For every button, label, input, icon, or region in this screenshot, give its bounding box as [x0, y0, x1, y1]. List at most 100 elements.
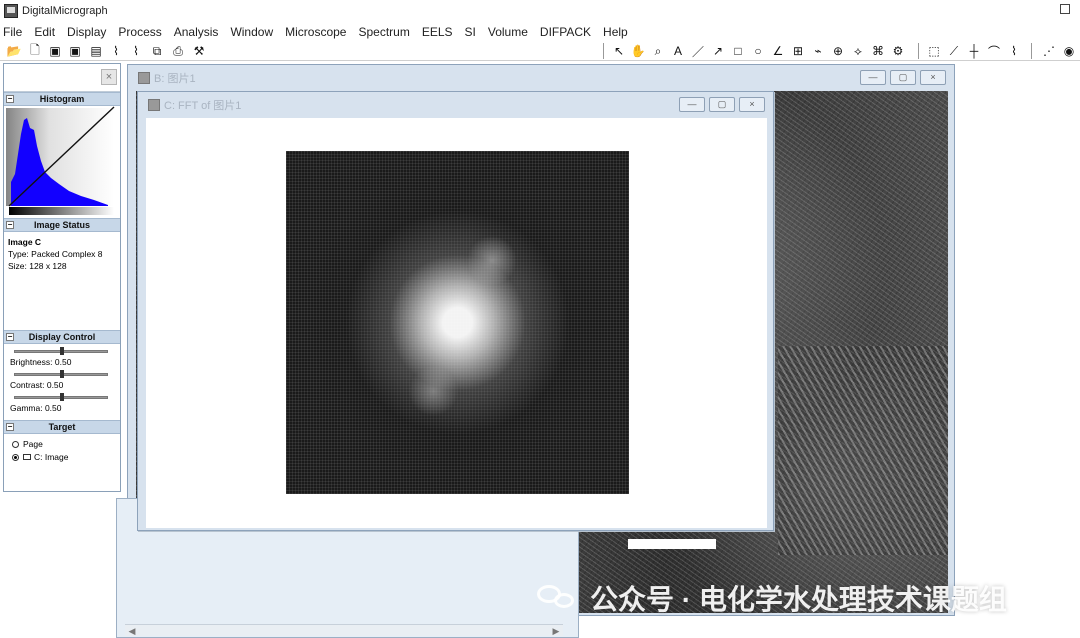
pointer-icon[interactable]: ↖	[611, 43, 627, 59]
line-plot-icon[interactable]: ⌇	[108, 43, 124, 59]
menu-eels[interactable]: EELS	[421, 25, 454, 39]
menu-si[interactable]: SI	[464, 25, 477, 39]
image-status-header[interactable]: − Image Status	[4, 218, 120, 232]
angle-icon[interactable]: ∠	[770, 43, 786, 59]
display-control-header[interactable]: − Display Control	[4, 330, 120, 344]
gamma-slider[interactable]	[10, 392, 114, 402]
profile-icon[interactable]: ⌇	[1006, 43, 1022, 59]
circle-dot-icon[interactable]: ◉	[1061, 43, 1077, 59]
close-button[interactable]: ×	[739, 97, 765, 112]
window-icon	[138, 72, 150, 84]
image-size-value: 128 x 128	[29, 261, 67, 271]
horizontal-scrollbar[interactable]: ◀ ▶	[125, 624, 563, 636]
measure-icon[interactable]: ⚙	[890, 43, 906, 59]
radio-icon[interactable]	[12, 441, 19, 448]
watermark: 公众号 · 电化学水处理技术课题组	[536, 578, 1056, 618]
image-size-label: Size:	[8, 261, 27, 271]
image-type-row: Type: Packed Complex 8	[8, 248, 116, 260]
window-b-title: B: 图片1	[154, 73, 196, 85]
menu-window[interactable]: Window	[229, 25, 274, 39]
toolbar-separator	[1031, 43, 1032, 59]
scroll-left-icon[interactable]: ◀	[127, 626, 137, 636]
scroll-right-icon[interactable]: ▶	[551, 626, 561, 636]
hand-icon[interactable]: ✋	[630, 43, 646, 59]
gamma-label: Gamma: 0.50	[10, 403, 62, 413]
display-control-title: Display Control	[28, 332, 96, 342]
save-all-icon[interactable]: ▣	[67, 43, 83, 59]
fft-canvas-area	[146, 118, 767, 528]
fft-image[interactable]	[286, 151, 629, 494]
menu-display[interactable]: Display	[66, 25, 107, 39]
window-c-title: C: FFT of 图片1	[164, 100, 242, 112]
menu-difpack[interactable]: DIFPACK	[539, 25, 592, 39]
app-titlebar: DigitalMicrograph	[0, 0, 1080, 22]
save-icon[interactable]: ▣	[47, 43, 63, 59]
collapse-icon[interactable]: −	[6, 95, 14, 103]
zoom-icon[interactable]: ⌕	[650, 43, 666, 59]
line-icon[interactable]: ／	[690, 43, 706, 59]
sampling-icon[interactable]: ⟡	[850, 43, 866, 59]
menubar: File Edit Display Process Analysis Windo…	[0, 22, 1080, 41]
mask-icon[interactable]: ⌘	[870, 43, 886, 59]
menu-help[interactable]: Help	[602, 25, 629, 39]
menu-spectrum[interactable]: Spectrum	[357, 25, 410, 39]
menu-file[interactable]: File	[2, 25, 23, 39]
brightness-label: Brightness: 0.50	[10, 357, 72, 367]
app-title: DigitalMicrograph	[22, 5, 108, 17]
maximize-button[interactable]	[1060, 4, 1070, 14]
collapse-icon[interactable]: −	[6, 333, 14, 341]
toolbar: 📂 🗋 ▣ ▣ ▤ ⌇ ⌇ ⧉ ⎙ ⚒ ↖ ✋ ⌕ A ／ ↗ □ ○ ∠ ⊞ …	[0, 41, 1080, 61]
ruler-icon[interactable]: ⊞	[790, 43, 806, 59]
window-c-titlebar[interactable]: C: FFT of 图片1 — ▢ ×	[138, 92, 773, 118]
menu-edit[interactable]: Edit	[33, 25, 56, 39]
contrast-label: Contrast: 0.50	[10, 380, 64, 390]
window-icon	[148, 99, 160, 111]
menu-microscope[interactable]: Microscope	[284, 25, 347, 39]
image-status-panel: Image C Type: Packed Complex 8 Size: 128…	[4, 232, 120, 330]
curve-icon[interactable]: ⌒	[986, 43, 1002, 59]
oval-icon[interactable]: ○	[750, 43, 766, 59]
image-type-value: Packed Complex 8	[31, 249, 103, 259]
close-button[interactable]: ×	[920, 70, 946, 85]
menu-analysis[interactable]: Analysis	[173, 25, 220, 39]
lasso-icon[interactable]: ⟋	[946, 43, 962, 59]
contrast-slider[interactable]	[10, 369, 114, 379]
target-image-label: C: Image	[34, 452, 69, 462]
arrow-icon[interactable]: ↗	[710, 43, 726, 59]
brightness-slider[interactable]	[10, 346, 114, 356]
stack-icon[interactable]: ▤	[88, 43, 104, 59]
copy-icon[interactable]: ⧉	[149, 43, 165, 59]
target-page-option[interactable]: Page	[12, 438, 112, 451]
collapse-icon[interactable]: −	[6, 221, 14, 229]
open-folder-icon[interactable]: 📂	[6, 43, 22, 59]
minimize-button[interactable]: —	[860, 70, 886, 85]
selection-rect-icon[interactable]: ⬚	[926, 43, 942, 59]
radio-selected-icon[interactable]	[12, 454, 19, 461]
image-icon	[23, 454, 31, 460]
window-b-titlebar[interactable]: B: 图片1 — ▢ ×	[128, 65, 954, 91]
new-file-icon[interactable]: 🗋	[27, 43, 43, 59]
restore-button[interactable]: ▢	[709, 97, 735, 112]
rectangle-icon[interactable]: □	[730, 43, 746, 59]
crosshair-icon[interactable]: ┼	[966, 43, 982, 59]
line-plot-alt-icon[interactable]: ⌇	[128, 43, 144, 59]
wechat-icon	[536, 581, 580, 615]
dot-line-icon[interactable]: ⋰	[1041, 43, 1057, 59]
collapse-icon[interactable]: −	[6, 423, 14, 431]
restore-button[interactable]: ▢	[890, 70, 916, 85]
text-icon[interactable]: A	[670, 43, 686, 59]
region-icon[interactable]: ⌁	[810, 43, 826, 59]
menu-process[interactable]: Process	[117, 25, 162, 39]
print-icon[interactable]: ⎙	[170, 43, 186, 59]
target-image-option[interactable]: C: Image	[12, 451, 112, 464]
panel-close-button[interactable]: ×	[101, 69, 117, 85]
image-status-title: Image Status	[33, 220, 91, 230]
display-control-panel: Brightness: 0.50 Contrast: 0.50 Gamma: 0…	[4, 344, 120, 420]
target-icon[interactable]: ⊕	[830, 43, 846, 59]
target-header[interactable]: − Target	[4, 420, 120, 434]
histogram-header[interactable]: − Histogram	[4, 92, 120, 106]
minimize-button[interactable]: —	[679, 97, 705, 112]
menu-volume[interactable]: Volume	[487, 25, 529, 39]
watermark-text: 公众号 · 电化学水处理技术课题组	[590, 584, 1007, 615]
tools-icon[interactable]: ⚒	[191, 43, 207, 59]
